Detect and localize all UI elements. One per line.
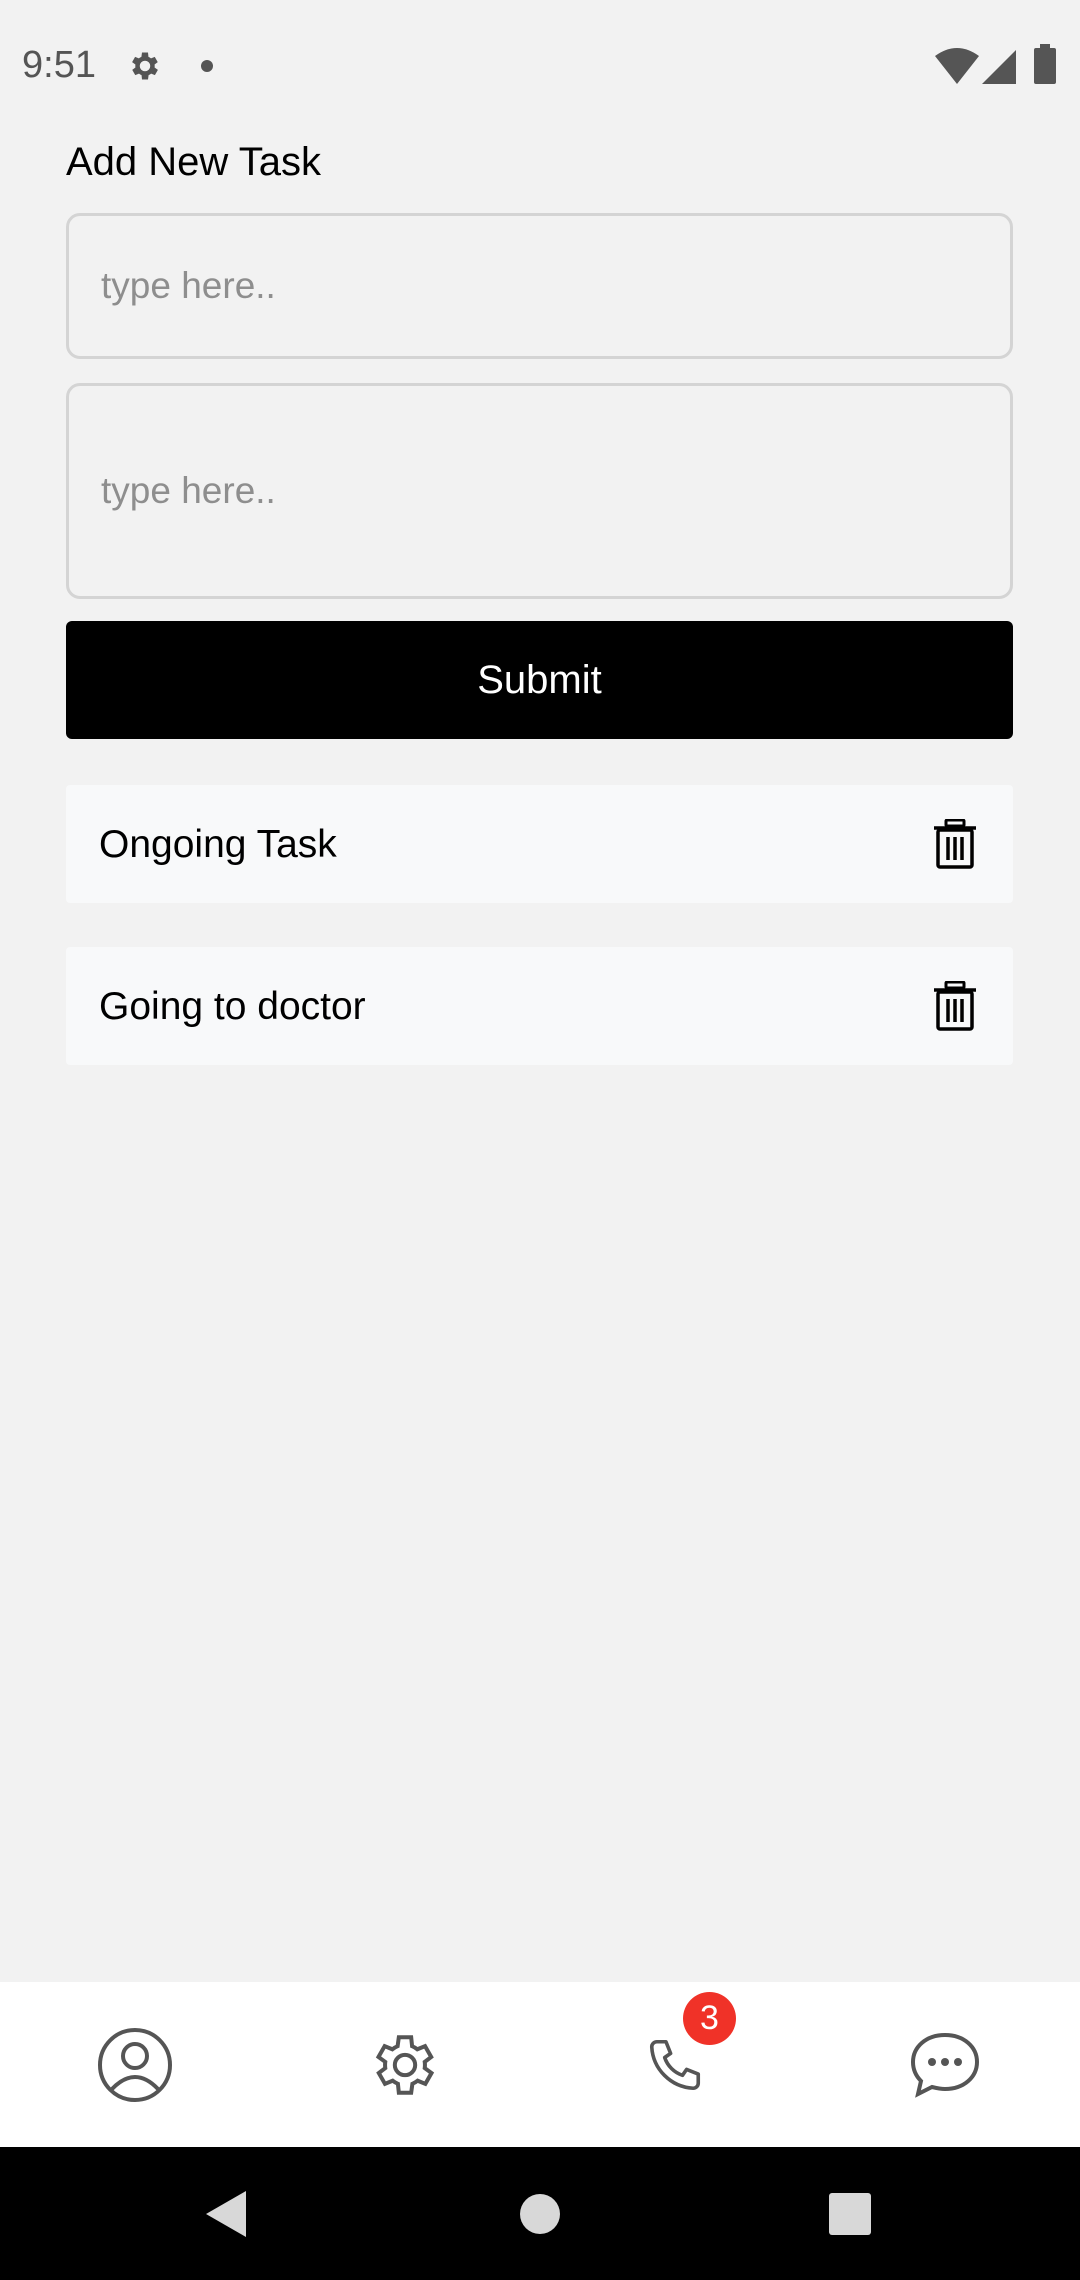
nav-phone[interactable] [540,1982,810,2147]
settings-icon [375,2034,435,2095]
nav-chat[interactable] [810,1982,1080,2147]
bottom-nav [0,1982,1080,2147]
form-title: Add New Task [66,140,321,184]
phone-icon [649,2039,701,2090]
task-card[interactable]: Ongoing Task [66,785,1013,903]
battery-icon [1034,44,1056,84]
status-time: 9:51 [22,44,96,86]
nav-settings[interactable] [270,1982,540,2147]
chat-icon [910,2032,980,2098]
task-description-input[interactable] [66,383,1013,599]
notification-badge: 3 [683,1992,736,2045]
wifi-icon [935,48,979,84]
task-card[interactable]: Going to doctor [66,947,1013,1065]
trash-icon[interactable] [931,981,979,1031]
gear-icon [132,52,158,80]
signal-icon [982,50,1016,84]
back-icon[interactable] [206,2191,246,2237]
submit-button[interactable]: Submit [66,621,1013,739]
dot-icon [201,60,213,72]
task-title: Going to doctor [99,985,366,1028]
home-icon[interactable] [519,2193,561,2235]
task-title: Ongoing Task [99,823,337,866]
task-title-input[interactable] [66,213,1013,359]
system-nav-bar [0,2147,1080,2280]
recents-icon[interactable] [829,2193,871,2235]
profile-icon [98,2027,172,2102]
trash-icon[interactable] [931,819,979,869]
status-bar: 9:51 [0,0,1080,136]
nav-profile[interactable] [0,1982,270,2147]
